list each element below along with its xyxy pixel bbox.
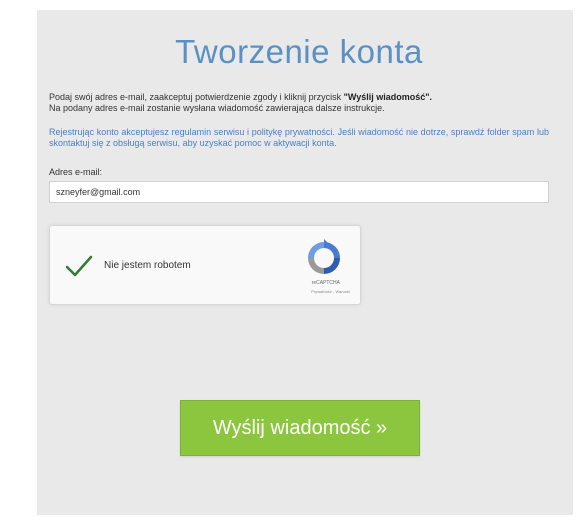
terms-notice: Rejestrując konto akceptujesz regulamin … — [49, 127, 549, 148]
page-title: Tworzenie konta — [175, 33, 423, 70]
captcha-label: Nie jestem robotem — [104, 260, 191, 271]
intro-line-2: Na podany adres e-mail zostanie wysłana … — [49, 103, 385, 113]
send-message-button[interactable]: Wyślij wiadomość » — [180, 400, 420, 456]
intro-line-1: Podaj swój adres e-mail, zaakceptuj potw… — [49, 92, 549, 103]
recaptcha-widget: Nie jestem robotem reCAPTCHA Prywatność … — [49, 225, 361, 305]
intro-line-1-text: Podaj swój adres e-mail, zaakceptuj potw… — [49, 92, 342, 102]
registration-panel: Tworzenie konta Podaj swój adres e-mail,… — [37, 10, 573, 515]
recaptcha-links[interactable]: Prywatność - Warunki — [311, 289, 350, 294]
checkmark-icon[interactable] — [64, 254, 94, 278]
recaptcha-brand: reCAPTCHA — [311, 280, 340, 286]
email-label: Adres e-mail: — [49, 167, 103, 177]
intro-line-1-bold: "Wyślij wiadomość". — [343, 92, 433, 102]
intro-text: Podaj swój adres e-mail, zaakceptuj potw… — [49, 92, 549, 114]
email-input[interactable] — [49, 181, 549, 203]
recaptcha-logo-icon — [308, 239, 340, 274]
